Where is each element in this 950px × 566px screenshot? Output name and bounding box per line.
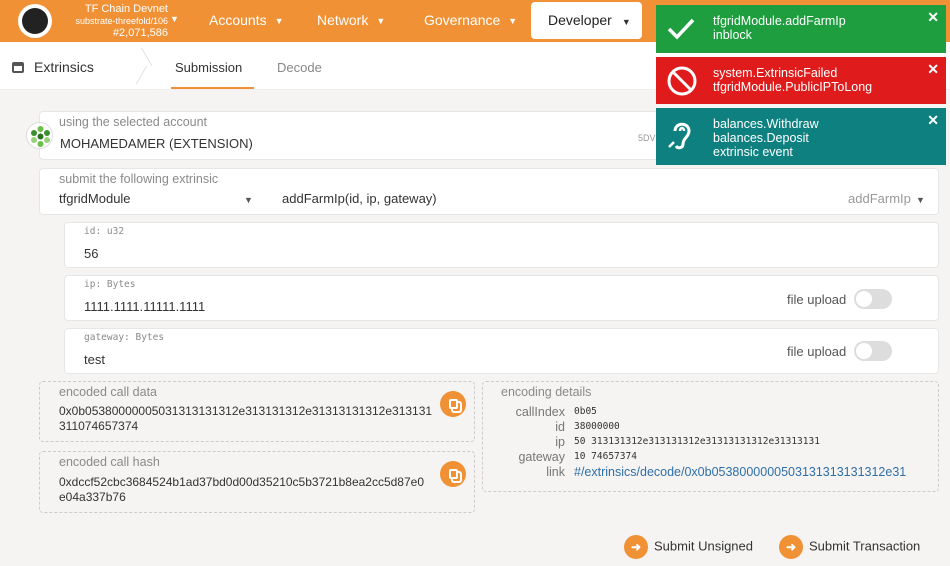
- file-upload-toggle[interactable]: [854, 289, 892, 309]
- toast-line1: system.ExtrinsicFailed: [713, 66, 838, 80]
- detail-key: link: [546, 465, 565, 479]
- detail-value: 38000000: [574, 421, 620, 432]
- section-extrinsics: Extrinsics: [12, 59, 94, 75]
- encoded-call-hash: encoded call hash 0xdccf52cbc3684524b1ad…: [39, 451, 475, 513]
- detail-key: ip: [555, 435, 565, 449]
- encoding-details-label: encoding details: [501, 385, 592, 399]
- module-select[interactable]: tfgridModule: [59, 191, 131, 206]
- inbox-icon: [12, 62, 24, 73]
- chain-logo-inner: [22, 8, 48, 34]
- detail-key: gateway: [518, 450, 565, 464]
- toast-error: system.ExtrinsicFailed tfgridModule.Publ…: [656, 57, 946, 104]
- nav-developer[interactable]: Developer ▼: [531, 2, 642, 39]
- active-tab-indicator: [171, 87, 254, 89]
- param-id-value[interactable]: 56: [84, 246, 98, 261]
- chevron-down-icon[interactable]: ▼: [244, 195, 253, 205]
- toast-line2: tfgridModule.PublicIPToLong: [713, 80, 873, 94]
- decode-link[interactable]: #/extrinsics/decode/0x0b0538000000503131…: [574, 465, 909, 479]
- encoded-call-line1: 0x0b05380000005031313131312e313131312e31…: [59, 404, 433, 418]
- close-icon[interactable]: ✕: [927, 9, 939, 26]
- param-gateway: gateway: Bytes test file upload: [64, 328, 939, 374]
- encoding-details: encoding details callIndex 0b05 id 38000…: [482, 381, 939, 492]
- nav-accounts-label: Accounts: [209, 12, 267, 28]
- tab-submission[interactable]: Submission: [175, 60, 242, 75]
- param-gateway-label: gateway: Bytes: [84, 332, 165, 343]
- toast-line1: tfgridModule.addFarmIp: [713, 14, 846, 28]
- chevron-down-icon[interactable]: ▼: [916, 195, 925, 205]
- param-ip: ip: Bytes 1111.1111.11111.1111 file uplo…: [64, 275, 939, 321]
- param-ip-label: ip: Bytes: [84, 279, 136, 290]
- section-label: Extrinsics: [34, 59, 94, 75]
- param-gateway-value[interactable]: test: [84, 352, 105, 367]
- detail-key: id: [555, 420, 565, 434]
- blocked-icon: [667, 66, 697, 96]
- tab-decode[interactable]: Decode: [277, 60, 322, 75]
- account-label: using the selected account: [59, 115, 208, 129]
- call-hash-line2: e04a337b76: [59, 490, 126, 504]
- param-id[interactable]: id: u32 56: [64, 222, 939, 268]
- close-icon[interactable]: ✕: [927, 112, 939, 129]
- copy-icon[interactable]: [440, 461, 466, 487]
- chevron-down-icon: ▼: [376, 16, 386, 27]
- listen-icon: [668, 122, 691, 150]
- nav-network-label: Network: [317, 12, 369, 28]
- submit-transaction-button[interactable]: ➜ Submit Transaction: [779, 535, 920, 559]
- nav-governance-label: Governance: [424, 12, 501, 28]
- detail-value: 50 313131312e313131312e31313131312e31313…: [574, 436, 820, 447]
- chain-logo[interactable]: [18, 4, 52, 38]
- chain-name: TF Chain Devnet: [84, 3, 168, 15]
- chain-spec: substrate-threefold/106: [75, 16, 168, 26]
- toast-line3: extrinsic event: [713, 145, 793, 159]
- call-select[interactable]: addFarmIp(id, ip, gateway): [282, 191, 437, 206]
- call-hash-label: encoded call hash: [59, 455, 160, 469]
- chevron-down-icon: ▼: [508, 16, 518, 27]
- account-avatar[interactable]: [26, 122, 53, 149]
- sign-in-icon: ➜: [624, 535, 648, 559]
- nav-accounts[interactable]: Accounts ▼: [209, 12, 284, 28]
- encoded-call-data: encoded call data 0x0b053800000050313131…: [39, 381, 475, 442]
- account-address: 5DV: [638, 133, 656, 143]
- toast-info: balances.Withdraw balances.Deposit extri…: [656, 108, 946, 165]
- call-name: addFarmIp: [848, 191, 911, 206]
- toast-line2: balances.Deposit: [713, 131, 809, 145]
- chevron-down-icon[interactable]: ▼: [170, 14, 179, 24]
- encoded-call-line2: 311074657374: [59, 419, 139, 433]
- copy-icon[interactable]: [440, 391, 466, 417]
- detail-key: callIndex: [515, 405, 565, 419]
- account-value: MOHAMEDAMER (EXTENSION): [60, 136, 253, 151]
- toast-line1: balances.Withdraw: [713, 117, 819, 131]
- submit-unsigned-button[interactable]: ➜ Submit Unsigned: [624, 535, 753, 559]
- file-upload-toggle[interactable]: [854, 341, 892, 361]
- chain-block-number: #2,071,586: [112, 27, 168, 39]
- chevron-down-icon: ▼: [274, 16, 284, 27]
- detail-value: 10 74657374: [574, 451, 637, 462]
- sign-in-icon: ➜: [779, 535, 803, 559]
- extrinsic-selector: submit the following extrinsic tfgridMod…: [39, 168, 939, 215]
- nav-network[interactable]: Network ▼: [317, 12, 385, 28]
- submit-transaction-label: Submit Transaction: [809, 538, 921, 554]
- detail-value: 0b05: [574, 406, 597, 417]
- toast-line2: inblock: [713, 28, 752, 42]
- file-upload-label: file upload: [787, 292, 847, 307]
- chevron-down-icon: ▼: [621, 17, 631, 27]
- submit-unsigned-label: Submit Unsigned: [654, 538, 753, 554]
- tab-divider: [122, 48, 153, 66]
- check-icon: [667, 18, 695, 40]
- param-ip-value[interactable]: 1111.1111.11111.1111: [84, 299, 205, 314]
- nav-developer-label: Developer: [548, 12, 612, 28]
- call-hash-line1: 0xdccf52cbc3684524b1ad37bd0d00d35210c5b3…: [59, 475, 425, 489]
- extrinsic-label: submit the following extrinsic: [59, 172, 219, 186]
- file-upload-label: file upload: [787, 344, 847, 359]
- tab-divider: [116, 66, 148, 84]
- encoded-call-label: encoded call data: [59, 385, 157, 399]
- toast-success: tfgridModule.addFarmIp inblock ✕: [656, 5, 946, 53]
- param-id-label: id: u32: [84, 226, 125, 237]
- nav-governance[interactable]: Governance ▼: [424, 12, 517, 28]
- close-icon[interactable]: ✕: [927, 61, 939, 78]
